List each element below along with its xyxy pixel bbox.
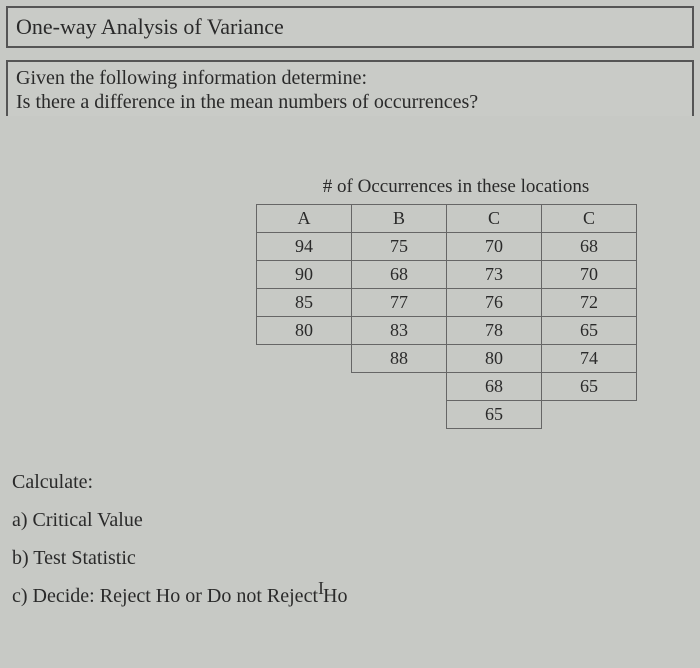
cell-empty — [257, 345, 352, 373]
cell: 70 — [447, 233, 542, 261]
calculate-block: Calculate: a) Critical Value b) Test Sta… — [6, 459, 694, 619]
table-row: 85 77 76 72 — [257, 289, 637, 317]
cell: 76 — [447, 289, 542, 317]
cell: 73 — [447, 261, 542, 289]
cell: 94 — [257, 233, 352, 261]
given-line-2: Is there a difference in the mean number… — [16, 90, 684, 114]
cell: 65 — [447, 401, 542, 429]
cell: 88 — [352, 345, 447, 373]
page-title: One-way Analysis of Variance — [6, 6, 694, 48]
cell-empty — [542, 401, 637, 429]
cell: 68 — [542, 233, 637, 261]
cell-empty — [257, 401, 352, 429]
cell: 80 — [447, 345, 542, 373]
table-row: 65 — [257, 401, 637, 429]
col-header: A — [257, 205, 352, 233]
cell: 80 — [257, 317, 352, 345]
calc-a: a) Critical Value — [12, 501, 688, 539]
col-header: C — [542, 205, 637, 233]
cell: 83 — [352, 317, 447, 345]
cell: 65 — [542, 317, 637, 345]
table-row: 90 68 73 70 — [257, 261, 637, 289]
given-box: Given the following information determin… — [6, 60, 694, 116]
col-header: C — [447, 205, 542, 233]
cell: 90 — [257, 261, 352, 289]
calc-heading: Calculate: — [12, 463, 688, 501]
cell: 68 — [352, 261, 447, 289]
cell-empty — [257, 373, 352, 401]
cell: 78 — [447, 317, 542, 345]
data-table: A B C C 94 75 70 68 90 68 73 70 85 77 76… — [256, 204, 637, 429]
cell: 70 — [542, 261, 637, 289]
cell: 75 — [352, 233, 447, 261]
cell: 77 — [352, 289, 447, 317]
table-row: 68 65 — [257, 373, 637, 401]
given-line-1: Given the following information determin… — [16, 66, 684, 90]
table-header-row: A B C C — [257, 205, 637, 233]
cell: 65 — [542, 373, 637, 401]
cell: 74 — [542, 345, 637, 373]
table-row: 94 75 70 68 — [257, 233, 637, 261]
cell: 85 — [257, 289, 352, 317]
table-row: 80 83 78 65 — [257, 317, 637, 345]
cell-empty — [352, 401, 447, 429]
col-header: B — [352, 205, 447, 233]
text-cursor-icon: I — [318, 578, 324, 599]
calc-b: b) Test Statistic — [12, 539, 688, 577]
calc-c: c) Decide: Reject Ho or Do not Reject Ho — [12, 577, 688, 615]
table-row: 88 80 74 — [257, 345, 637, 373]
cell: 72 — [542, 289, 637, 317]
table-caption: # of Occurrences in these locations — [256, 176, 656, 198]
data-table-wrap: # of Occurrences in these locations A B … — [256, 176, 694, 429]
cell: 68 — [447, 373, 542, 401]
cell-empty — [352, 373, 447, 401]
